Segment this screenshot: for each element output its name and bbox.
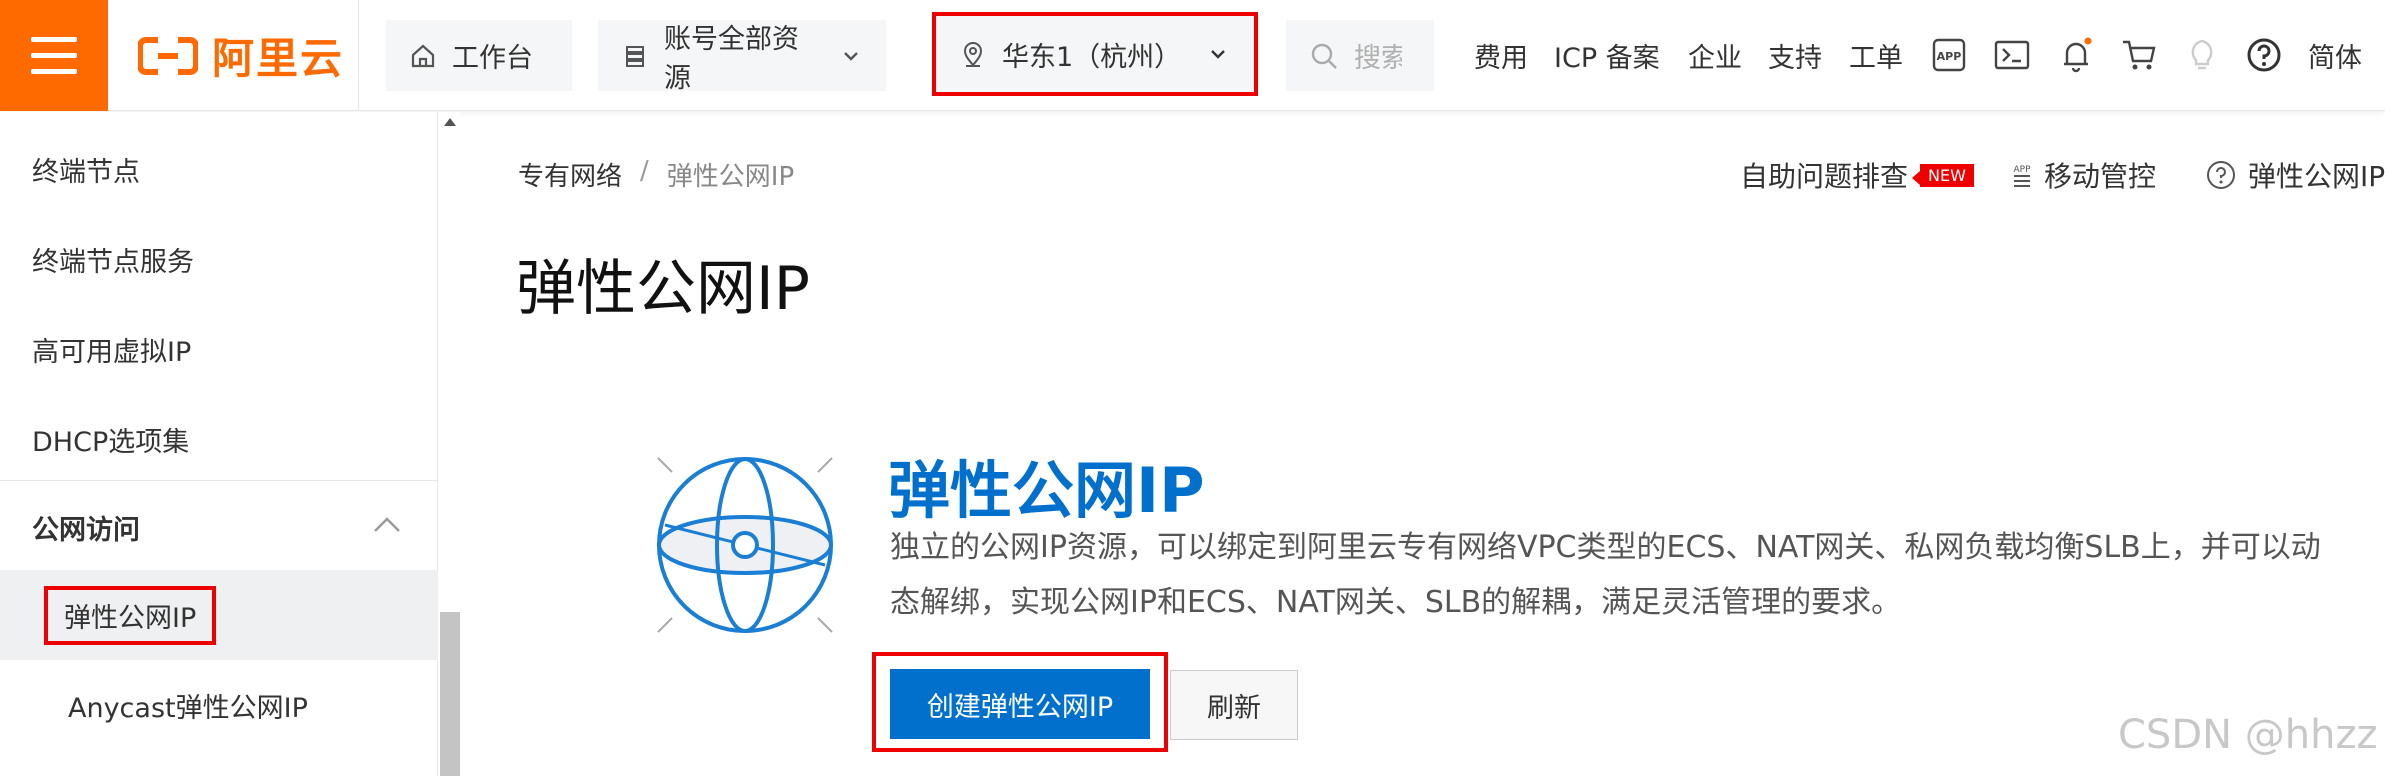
sidebar-item-endpoint-service[interactable]: 终端节点服务 xyxy=(0,214,438,304)
new-badge: NEW xyxy=(1912,163,1974,187)
sidebar-item-endpoint[interactable]: 终端节点 xyxy=(0,124,438,214)
account-resources-dropdown[interactable]: 账号全部资源 xyxy=(598,20,886,94)
workbench-label: 工作台 xyxy=(452,43,533,74)
hero-title: 弹性公网IP xyxy=(888,454,1205,527)
logo-text: 阿里云 xyxy=(212,34,345,83)
search-input[interactable]: 搜索 xyxy=(1354,36,1402,75)
sidebar-item-anycast-eip[interactable]: Anycast弹性公网IP xyxy=(0,660,438,750)
divider xyxy=(358,0,359,111)
aliyun-logo-icon xyxy=(138,36,198,75)
top-bar: 阿里云 工作台 账号全部资源 华东1（杭州） 搜索 费用 ICP 备案 企业 支… xyxy=(0,0,2385,111)
bell-icon[interactable] xyxy=(2057,36,2095,74)
account-label: 账号全部资源 xyxy=(664,23,799,94)
fees-link[interactable]: 费用 xyxy=(1474,0,1528,111)
scrollbar-thumb[interactable] xyxy=(440,612,460,776)
sidebar-item-eip[interactable]: 弹性公网IP xyxy=(0,570,438,660)
region-label: 华东1（杭州） xyxy=(1002,41,1182,73)
search-box[interactable]: 搜索 xyxy=(1286,20,1434,91)
app-icon: APP xyxy=(2013,165,2031,187)
refresh-button[interactable]: 刷新 xyxy=(1170,670,1298,740)
breadcrumb: 专有网络 / 弹性公网IP xyxy=(518,156,794,193)
home-icon xyxy=(411,44,435,67)
troubleshoot-label: 自助问题排查 xyxy=(1740,160,1909,193)
eip-doc-label: 弹性公网IP xyxy=(2248,160,2385,193)
menu-icon[interactable] xyxy=(0,0,108,111)
ticket-link[interactable]: 工单 xyxy=(1849,0,1903,111)
troubleshoot-link[interactable]: 自助问题排查 NEW xyxy=(1740,150,1974,200)
app-icon[interactable]: APP xyxy=(1930,36,1968,74)
hero-description-line: 态解绑，实现公网IP和ECS、NAT网关、SLB的解耦，满足灵活管理的要求。 xyxy=(890,585,1902,620)
help-icon[interactable] xyxy=(2245,36,2283,74)
region-selector[interactable]: 华东1（杭州） xyxy=(932,12,1258,96)
cart-icon[interactable] xyxy=(2120,36,2158,74)
watermark: CSDN @hhzz xyxy=(2118,712,2378,758)
list-icon xyxy=(626,45,644,67)
create-eip-button[interactable]: 创建弹性公网IP xyxy=(890,669,1150,739)
location-pin-icon xyxy=(963,42,983,67)
mobile-control-label: 移动管控 xyxy=(2044,160,2157,193)
svg-text:APP: APP xyxy=(1937,50,1962,63)
svg-text:APP: APP xyxy=(2013,165,2031,175)
breadcrumb-parent[interactable]: 专有网络 xyxy=(518,156,622,193)
lightbulb-icon[interactable] xyxy=(2183,36,2221,74)
chevron-down-icon xyxy=(844,51,858,61)
help-icon xyxy=(2207,161,2235,189)
sidebar-item-dhcp[interactable]: DHCP选项集 xyxy=(0,394,438,484)
workbench-button[interactable]: 工作台 xyxy=(386,20,572,91)
eip-doc-link[interactable]: 弹性公网IP xyxy=(2206,150,2385,200)
terminal-icon[interactable] xyxy=(1993,36,2031,74)
page-title: 弹性公网IP xyxy=(516,254,810,324)
hero-description: 独立的公网IP资源，可以绑定到阿里云专有网络VPC类型的ECS、NAT网关、私网… xyxy=(890,520,2370,630)
icp-link[interactable]: ICP 备案 xyxy=(1554,0,1660,111)
breadcrumb-current: 弹性公网IP xyxy=(666,162,795,192)
chevron-up-icon xyxy=(374,517,400,532)
language-switch[interactable]: 简体 xyxy=(2308,0,2362,111)
aliyun-logo[interactable]: 阿里云 xyxy=(138,0,344,111)
hero-description-line: 独立的公网IP资源，可以绑定到阿里云专有网络VPC类型的ECS、NAT网关、私网… xyxy=(890,530,2321,565)
chevron-down-icon xyxy=(1211,50,1226,59)
sidebar-group-public-access[interactable]: 公网访问 xyxy=(0,480,438,574)
sidebar-item-eip-label: 弹性公网IP xyxy=(44,585,217,645)
breadcrumb-separator: / xyxy=(640,156,649,186)
globe-icon xyxy=(657,457,833,633)
enterprise-link[interactable]: 企业 xyxy=(1688,0,1742,111)
sidebar: 终端节点 终端节点服务 高可用虚拟IP DHCP选项集 公网访问 弹性公网IP … xyxy=(0,112,438,776)
sidebar-item-havip[interactable]: 高可用虚拟IP xyxy=(0,304,438,394)
scroll-up-arrow-icon[interactable] xyxy=(444,118,456,126)
search-icon xyxy=(1311,43,1337,69)
sidebar-group-label: 公网访问 xyxy=(32,515,140,546)
mobile-control-link[interactable]: APP 移动管控 xyxy=(2010,150,2156,200)
support-link[interactable]: 支持 xyxy=(1768,0,1822,111)
